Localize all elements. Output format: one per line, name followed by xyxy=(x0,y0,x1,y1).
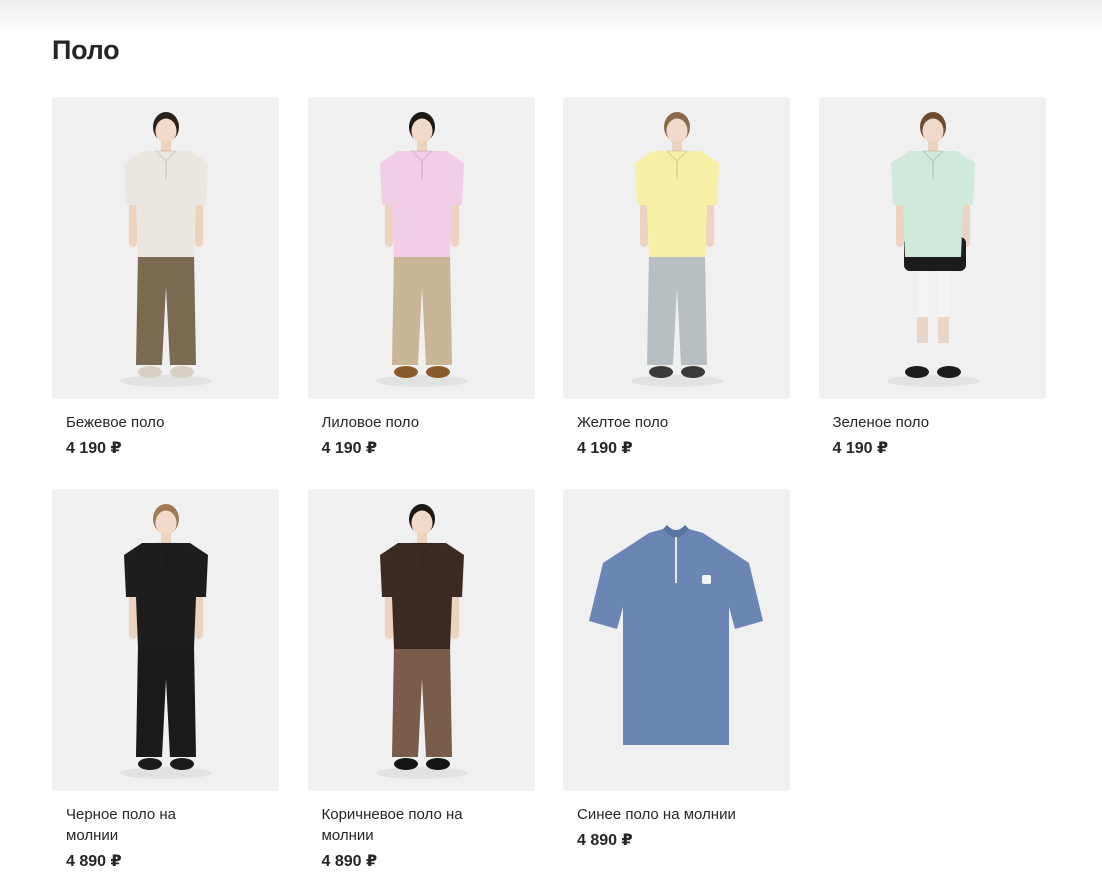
header-shadow xyxy=(0,0,1102,36)
product-name[interactable]: Коричневое поло на молнии xyxy=(308,791,482,846)
product-image[interactable] xyxy=(307,489,535,791)
product-price: 4 890 ₽ xyxy=(66,853,122,870)
product-name[interactable]: Желтое поло xyxy=(563,399,737,433)
product-card[interactable]: Черное поло на молнии 4 890 ₽ xyxy=(52,489,279,883)
product-image[interactable] xyxy=(563,489,790,791)
product-image[interactable] xyxy=(818,97,1046,399)
product-name[interactable]: Черное поло на молнии xyxy=(52,791,226,846)
product-name[interactable]: Синее поло на молнии xyxy=(563,791,737,825)
person-lilac-polo-icon xyxy=(308,97,535,399)
product-card[interactable]: Зеленое поло 4 190 ₽ xyxy=(818,97,1046,489)
product-price: 4 890 ₽ xyxy=(321,853,378,870)
product-card[interactable]: Коричневое поло на молнии 4 890 ₽ xyxy=(307,489,535,883)
person-beige-polo-icon xyxy=(52,97,279,399)
product-name[interactable]: Зеленое поло xyxy=(819,399,993,433)
product-name[interactable]: Лиловое поло xyxy=(308,399,482,433)
person-yellow-polo-icon xyxy=(563,97,790,399)
product-price: 4 190 ₽ xyxy=(832,440,889,457)
product-price: 4 190 ₽ xyxy=(321,440,378,457)
product-card[interactable]: Бежевое поло 4 190 ₽ xyxy=(52,97,279,489)
product-name[interactable]: Бежевое поло xyxy=(52,399,226,433)
product-image[interactable] xyxy=(307,97,535,399)
catalog-page: Поло Бежевое поло 4 190 ₽ Лиловое поло 4… xyxy=(0,0,1102,883)
product-image[interactable] xyxy=(52,489,279,791)
product-grid: Бежевое поло 4 190 ₽ Лиловое поло 4 190 … xyxy=(52,97,1046,883)
product-card[interactable]: Лиловое поло 4 190 ₽ xyxy=(307,97,535,489)
product-price: 4 890 ₽ xyxy=(577,832,633,849)
person-brown-zip-polo-icon xyxy=(308,489,535,791)
product-price: 4 190 ₽ xyxy=(66,440,122,457)
product-price: 4 190 ₽ xyxy=(577,440,633,457)
product-card[interactable]: Синее поло на молнии 4 890 ₽ xyxy=(563,489,790,883)
product-card[interactable]: Желтое поло 4 190 ₽ xyxy=(563,97,790,489)
page-title: Поло xyxy=(52,35,120,65)
person-green-polo-icon xyxy=(819,97,1046,399)
product-image[interactable] xyxy=(52,97,279,399)
blue-zip-polo-shirt-icon xyxy=(563,489,790,791)
person-black-zip-polo-icon xyxy=(52,489,279,791)
product-image[interactable] xyxy=(563,97,790,399)
